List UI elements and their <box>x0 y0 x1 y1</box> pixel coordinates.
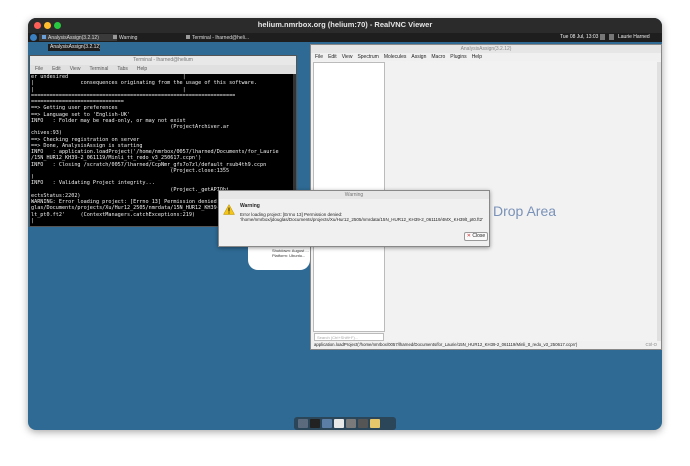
analysis-titlebar: AnalysisAssign(3.2.12) <box>311 45 661 53</box>
drop-area-label: Drop Area <box>493 203 557 219</box>
volume-icon[interactable] <box>609 34 614 40</box>
close-button[interactable]: ✕ Close <box>464 232 488 241</box>
folder-launcher-icon[interactable] <box>370 419 380 428</box>
status-bar: application.loadProject('/home/nmrbox/00… <box>311 341 661 349</box>
browser-launcher-icon[interactable] <box>334 419 344 428</box>
user-menu[interactable]: Laurie Harned <box>618 34 650 40</box>
search-launcher-icon[interactable] <box>358 419 368 428</box>
vnc-viewer-window: helium.nmrbox.org (helium:70) - RealVNC … <box>28 18 662 430</box>
status-shortcut: Ctrl-O <box>645 342 657 347</box>
window-title: helium.nmrbox.org (helium:70) - RealVNC … <box>257 20 433 29</box>
menu-macro[interactable]: Macro <box>431 54 445 60</box>
status-text: application.loadProject('/home/nmrbox/00… <box>314 342 578 347</box>
dialog-message: Error loading project: [Errno 13] Permis… <box>240 212 483 223</box>
remote-top-panel: AnalysisAssign(3.2.12) Warning Terminal … <box>28 33 662 42</box>
taskbar-item-analysisassign[interactable]: AnalysisAssign(3.2.12) <box>39 34 117 41</box>
menu-molecules[interactable]: Molecules <box>384 54 407 60</box>
menu-spectrum[interactable]: Spectrum <box>357 54 378 60</box>
terminal-menu-help[interactable]: Help <box>137 66 147 72</box>
about-platform: Platform: Ubuntu... <box>272 253 306 258</box>
panel-clock[interactable]: Tue 08 Jul, 13:03 <box>560 34 598 40</box>
menu-view[interactable]: View <box>342 54 353 60</box>
app-icon <box>42 35 46 39</box>
taskbar-item-terminal[interactable]: Terminal - lharned@heli... <box>183 34 269 41</box>
terminal-menu-file[interactable]: File <box>35 66 43 72</box>
dock <box>294 417 396 430</box>
taskbar-item-warning[interactable]: Warning <box>110 34 180 41</box>
terminal-titlebar: Terminal - lharned@helium <box>30 56 296 65</box>
close-icon: ✕ <box>466 233 471 239</box>
window-icon <box>113 35 117 39</box>
dialog-heading: Warning <box>240 203 260 209</box>
terminal-menu-view[interactable]: View <box>70 66 81 72</box>
analysis-scrollbar[interactable] <box>657 62 661 341</box>
active-task-label[interactable]: AnalysisAssign(3.2.12) <box>48 44 100 51</box>
app-launcher-icon[interactable] <box>346 419 356 428</box>
menu-assign[interactable]: Assign <box>411 54 426 60</box>
menu-edit[interactable]: Edit <box>328 54 337 60</box>
terminal-menu-edit[interactable]: Edit <box>52 66 61 72</box>
terminal-line: | consequences originating from the usag… <box>31 80 257 87</box>
terminal-line: INFO : Closing /scratch/0057/lharned/Ccp… <box>31 161 267 168</box>
files-launcher-icon[interactable] <box>322 419 332 428</box>
warning-dialog: Warning Warning Error loading project: [… <box>218 190 490 247</box>
warning-icon <box>223 204 235 215</box>
show-desktop-icon[interactable] <box>298 419 308 428</box>
menu-file[interactable]: File <box>315 54 323 60</box>
terminal-menu-tabs[interactable]: Tabs <box>117 66 128 72</box>
terminal-icon <box>186 35 190 39</box>
sidebar-search-input[interactable]: Search (Ctrl+Shift+F)... <box>314 333 384 341</box>
terminal-menubar: File Edit View Terminal Tabs Help <box>30 65 296 74</box>
terminal-menu-terminal[interactable]: Terminal <box>89 66 108 72</box>
apps-menu-icon[interactable] <box>30 34 37 41</box>
terminal-launcher-icon[interactable] <box>310 419 320 428</box>
analysis-menubar: File Edit View Spectrum Molecules Assign Macro… <box>311 53 661 61</box>
vnc-titlebar: helium.nmrbox.org (helium:70) - RealVNC … <box>28 18 662 33</box>
menu-plugins[interactable]: Plugins <box>450 54 466 60</box>
network-icon[interactable] <box>600 34 605 40</box>
dialog-titlebar: Warning <box>219 191 489 199</box>
menu-help[interactable]: Help <box>472 54 482 60</box>
